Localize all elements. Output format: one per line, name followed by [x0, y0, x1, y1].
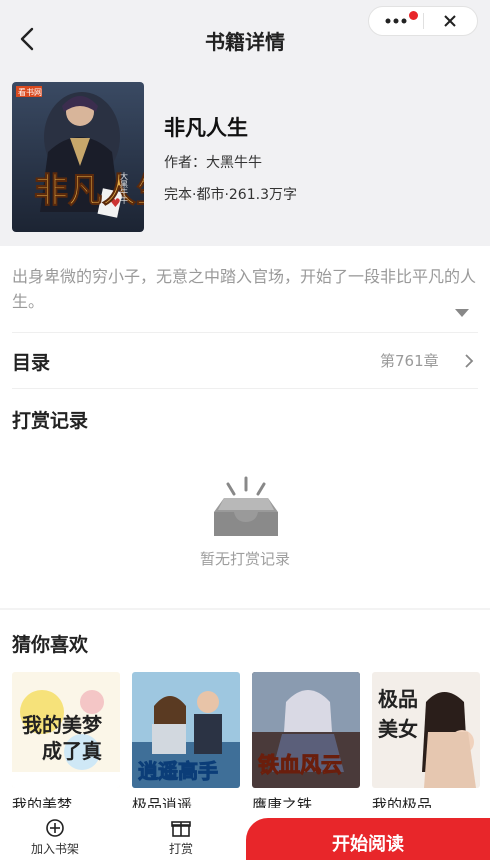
recommend-cover: 逍遥高手: [132, 672, 240, 788]
book-author: 作者：大黑牛牛: [164, 155, 262, 171]
book-cover: ♥ 看书网 非凡人生 大黑牛牛: [12, 82, 144, 232]
close-icon: [444, 15, 456, 27]
notification-dot: [409, 11, 418, 20]
nav-bar: 书籍详情: [0, 0, 490, 80]
cover-author: 大黑牛牛: [120, 171, 129, 205]
recommend-title: 猜你喜欢: [12, 634, 89, 656]
toc-label: 目录: [12, 352, 51, 374]
recommend-cover: 我的美梦 成了真: [12, 672, 120, 788]
recommend-item[interactable]: 铁血风云 膺唐之铁…: [252, 672, 360, 812]
bottom-bar: 加入书架 打赏 开始阅读: [0, 808, 490, 860]
divider: [12, 332, 478, 333]
recommend-cover: 极品 美女: [372, 672, 480, 788]
svg-text:逍遥高手: 逍遥高手: [138, 759, 218, 783]
recommend-cover: 铁血风云: [252, 672, 360, 788]
gift-icon: [171, 821, 191, 837]
svg-text:铁血风云: 铁血风云: [258, 752, 342, 777]
recommend-item[interactable]: 我的美梦 成了真 我的美梦…: [12, 672, 120, 812]
book-description: 出身卑微的穷小子，无意之中踏入官场，开始了一段非比平凡的人生。: [12, 267, 477, 311]
svg-text:极品: 极品: [378, 687, 418, 711]
start-reading-button[interactable]: 开始阅读: [246, 818, 490, 860]
more-button[interactable]: [369, 7, 423, 35]
toc-latest-chapter: 第761章: [380, 352, 439, 370]
recommend-item[interactable]: 逍遥高手 极品逍遥…: [132, 672, 240, 812]
more-dots-icon: [385, 18, 407, 24]
svg-text:成了真: 成了真: [42, 739, 102, 763]
add-to-shelf-button[interactable]: 加入书架: [10, 818, 100, 857]
empty-reward-text: 暂无打赏记录: [199, 550, 290, 568]
chevron-right-icon: [462, 352, 476, 370]
close-button[interactable]: [423, 7, 477, 35]
reward-record-title: 打赏记录: [12, 410, 89, 432]
recommend-list: 我的美梦 成了真 我的美梦… 逍遥高手 极品逍遥… 铁血风云 膺唐之铁… 极品 …: [12, 672, 490, 812]
expand-description-button[interactable]: [454, 304, 470, 317]
book-meta: 完本·都市·261.3万字: [164, 187, 297, 203]
reward-button[interactable]: 打赏: [136, 818, 226, 857]
divider: [12, 388, 478, 389]
reward-label: 打赏: [168, 842, 193, 856]
mini-program-capsule: [368, 6, 478, 36]
section-separator: [0, 608, 490, 610]
recommend-item[interactable]: 极品 美女 我的极品…: [372, 672, 480, 812]
svg-text:我的美梦: 我的美梦: [22, 713, 103, 737]
book-title: 非凡人生: [164, 116, 248, 140]
add-to-shelf-label: 加入书架: [30, 842, 79, 856]
cover-badge: 看书网: [18, 87, 42, 97]
caret-down-icon: [455, 309, 469, 317]
empty-tray-icon: [206, 476, 286, 540]
svg-text:美女: 美女: [378, 717, 418, 741]
plus-circle-icon: [46, 819, 64, 837]
